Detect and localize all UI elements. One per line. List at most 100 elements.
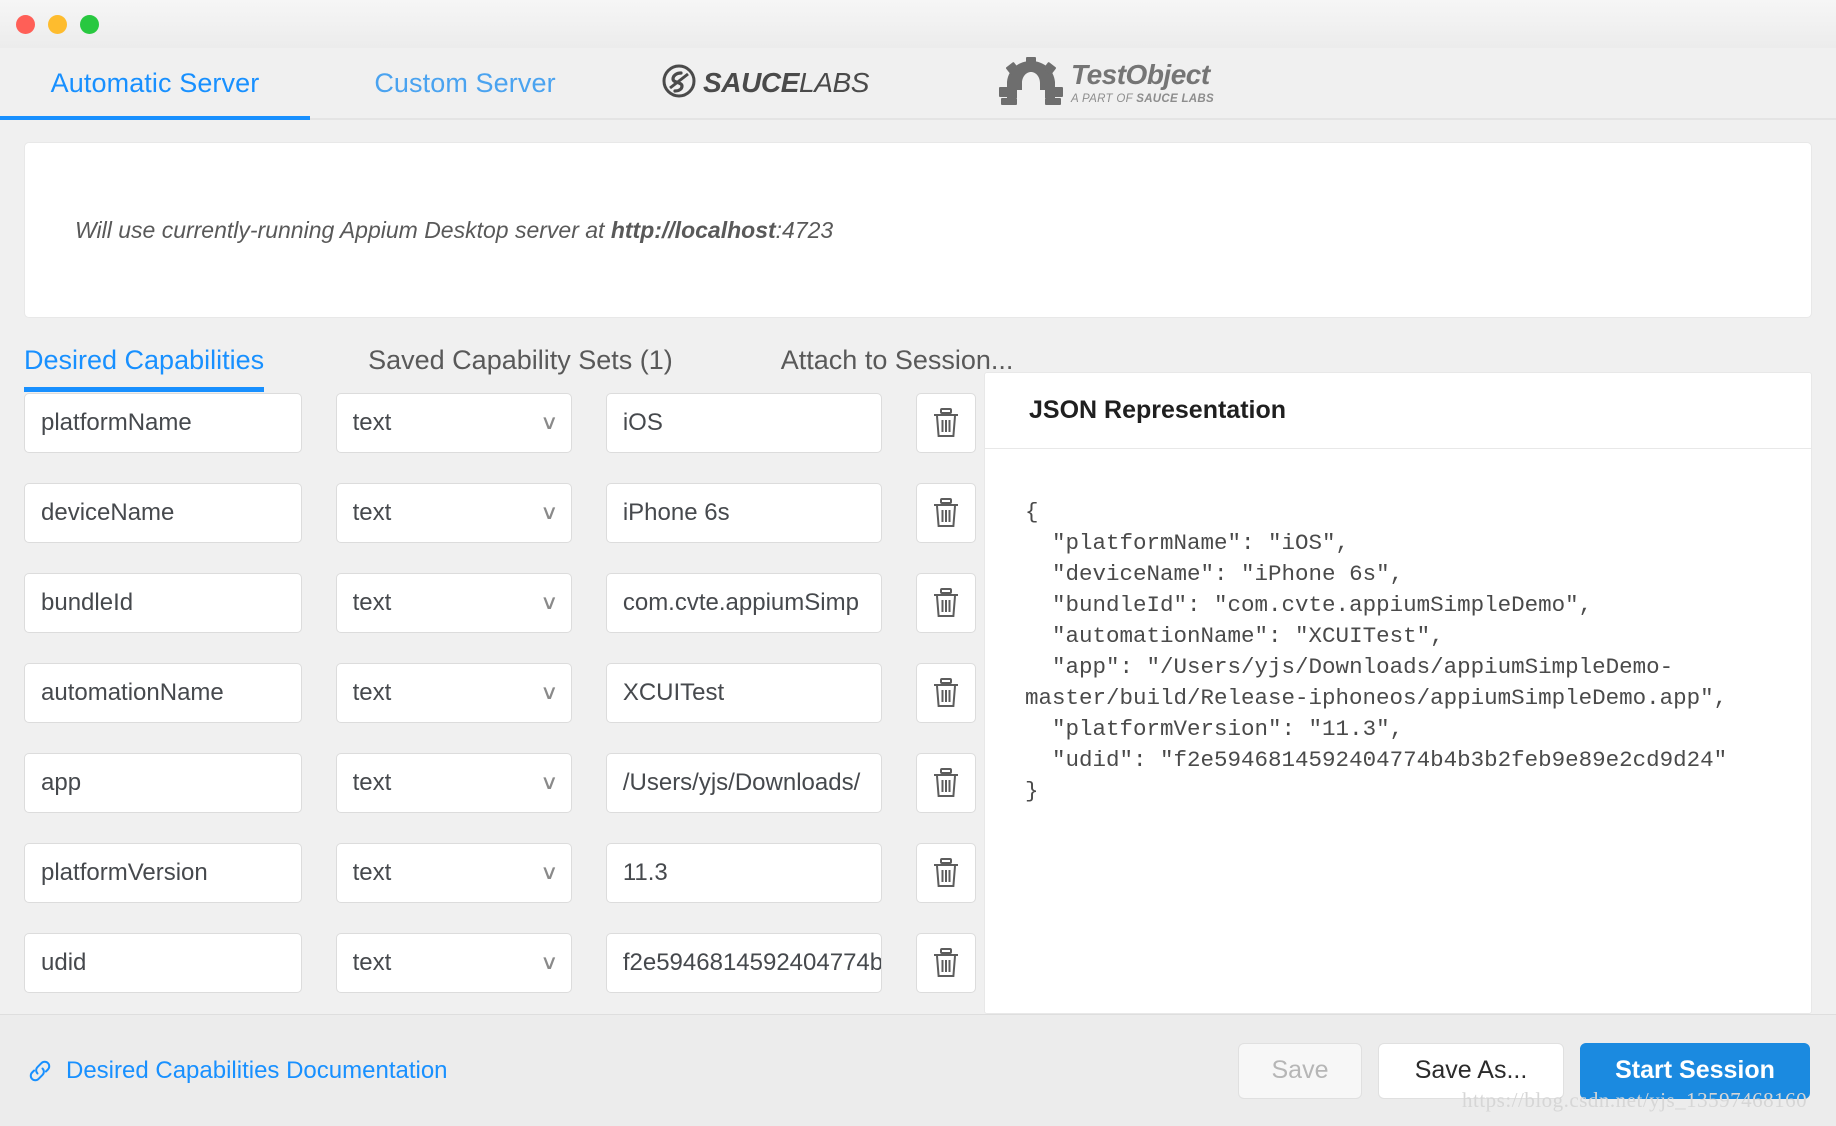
test-object-tagline: A PART OF SAUCE LABS [1071,94,1214,106]
test-object-wordmark: TestObject A PART OF SAUCE LABS [1071,61,1214,106]
close-window-button[interactable] [16,15,35,34]
table-row: deviceName text ∨ iPhone 6s [24,468,976,558]
capability-type-select[interactable]: text∨ [336,663,572,723]
capability-name-value: platformName [41,409,192,437]
delete-capability-button[interactable] [916,663,976,723]
sauce-labs-logo: SAUCELABS [662,64,869,103]
capability-value-input[interactable]: f2e5946814592404774b [606,933,883,993]
table-row: udid text ∨ f2e5946814592404774b [24,918,976,1008]
capability-value-input[interactable]: com.cvte.appiumSimp [606,573,883,633]
save-button-label: Save [1272,1056,1329,1085]
notice-host: http://localhost [611,217,776,243]
chevron-down-icon: ∨ [540,593,558,613]
link-icon [26,1057,54,1085]
capability-value-text: iPhone 6s [623,499,730,527]
server-notice-card: Will use currently-running Appium Deskto… [24,142,1812,318]
capability-name-value: automationName [41,679,224,707]
capability-value-text: com.cvte.appiumSimp [623,589,859,617]
capability-name-input[interactable]: app [24,753,302,813]
capability-name-input[interactable]: deviceName [24,483,302,543]
capability-value-text: f2e5946814592404774b [623,949,883,977]
delete-capability-button[interactable] [916,933,976,993]
doc-link-label: Desired Capabilities Documentation [66,1057,448,1085]
server-notice-text: Will use currently-running Appium Deskto… [75,217,833,244]
capability-type-value: text [353,409,392,437]
save-as-button-label: Save As... [1415,1056,1528,1085]
gear-icon [999,57,1063,110]
capability-name-value: deviceName [41,499,174,527]
server-tab-bar: Automatic Server Custom Server SAUCELABS [0,48,1836,120]
capability-value-text: XCUITest [623,679,724,707]
trash-icon [931,407,961,439]
start-session-button[interactable]: Start Session [1580,1043,1810,1099]
capability-value-input[interactable]: iOS [606,393,883,453]
test-object-name: TestObject [1071,61,1214,89]
capability-value-input[interactable]: /Users/yjs/Downloads/ [606,753,883,813]
delete-capability-button[interactable] [916,753,976,813]
delete-capability-button[interactable] [916,573,976,633]
capability-value-input[interactable]: iPhone 6s [606,483,883,543]
notice-prefix: Will use currently-running Appium Deskto… [75,217,611,243]
tab-saved-capability-sets-label: Saved Capability Sets (1) [368,345,673,375]
capability-name-value: platformVersion [41,859,208,887]
sauce-swirl-icon [662,64,696,103]
json-representation-panel: JSON Representation { "platformName": "i… [984,372,1812,1014]
capability-type-value: text [353,769,392,797]
capability-name-input[interactable]: platformVersion [24,843,302,903]
capability-value-text: /Users/yjs/Downloads/ [623,769,860,797]
capability-type-value: text [353,499,392,527]
capability-type-value: text [353,949,392,977]
maximize-window-button[interactable] [80,15,99,34]
capability-type-select[interactable]: text ∨ [336,753,572,813]
chevron-down-icon: ∨ [540,683,558,703]
capability-name-input[interactable]: automationName [24,663,302,723]
tab-automatic-server-label: Automatic Server [51,68,260,99]
chevron-down-icon: ∨ [540,503,558,523]
json-panel-title: JSON Representation [985,373,1811,449]
tab-attach-to-session-label: Attach to Session... [781,345,1014,375]
capability-type-value: text [353,589,392,617]
capability-type-select[interactable]: text ∨ [336,573,572,633]
capability-name-input[interactable]: udid [24,933,302,993]
tab-automatic-server[interactable]: Automatic Server [0,48,310,118]
capability-value-input[interactable]: XCUITest [606,663,883,723]
footer-bar: Desired Capabilities Documentation Save … [0,1014,1836,1126]
capability-type-select[interactable]: text∨ [336,843,572,903]
table-row: automationName text∨ XCUITest [24,648,976,738]
main-content: platformName text ∨ iOS [0,390,1836,1014]
chevron-down-icon: ∨ [540,413,558,433]
trash-icon [931,947,961,979]
capability-type-select[interactable]: text ∨ [336,483,572,543]
minimize-window-button[interactable] [48,15,67,34]
capability-name-value: app [41,769,81,797]
capability-name-input[interactable]: platformName [24,393,302,453]
footer-button-group: Save Save As... Start Session [1238,1043,1810,1099]
tab-custom-server[interactable]: Custom Server [310,48,620,118]
capability-type-select[interactable]: text ∨ [336,933,572,993]
capability-value-input[interactable]: 11.3 [606,843,883,903]
notice-port: :4723 [776,217,834,243]
trash-icon [931,767,961,799]
capability-type-value: text [353,859,392,887]
delete-capability-button[interactable] [916,483,976,543]
delete-capability-button[interactable] [916,843,976,903]
save-as-button[interactable]: Save As... [1378,1043,1564,1099]
capability-name-input[interactable]: bundleId [24,573,302,633]
capability-value-text: iOS [623,409,663,437]
branding-logos: SAUCELABS [662,48,1214,118]
test-object-logo: TestObject A PART OF SAUCE LABS [999,57,1214,110]
capability-type-select[interactable]: text ∨ [336,393,572,453]
tab-desired-capabilities-label: Desired Capabilities [24,345,264,375]
save-button[interactable]: Save [1238,1043,1362,1099]
chevron-down-icon: ∨ [540,953,558,973]
capability-name-value: udid [41,949,86,977]
capability-value-text: 11.3 [623,859,668,887]
delete-capability-button[interactable] [916,393,976,453]
table-row: app text ∨ /Users/yjs/Downloads/ [24,738,976,828]
chevron-down-icon: ∨ [540,773,558,793]
table-row: platformVersion text∨ 11.3 [24,828,976,918]
json-content: { "platformName": "iOS", "deviceName": "… [1025,497,1771,807]
desired-capabilities-documentation-link[interactable]: Desired Capabilities Documentation [26,1057,448,1085]
trash-icon [931,497,961,529]
trash-icon [931,857,961,889]
